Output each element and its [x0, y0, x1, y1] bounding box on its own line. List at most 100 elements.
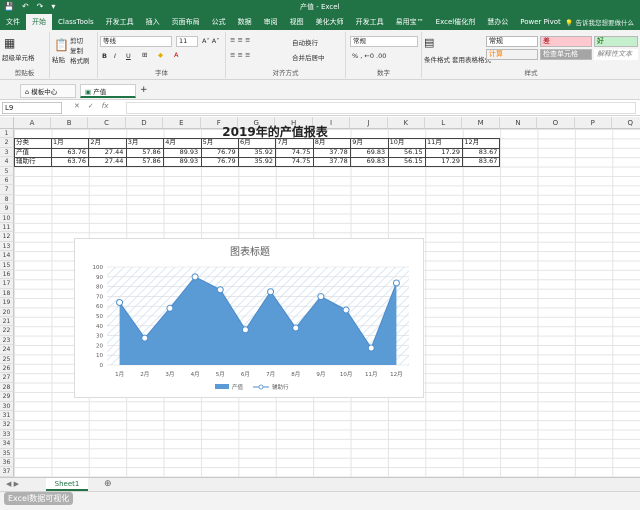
- add-sheet-icon[interactable]: ⊕: [104, 479, 112, 489]
- header-cell-6[interactable]: 6月: [240, 138, 251, 147]
- font-size-select[interactable]: 11: [176, 36, 198, 47]
- number-format-select[interactable]: 常规: [350, 36, 418, 47]
- currency-icon[interactable]: % , ←0 .00: [352, 52, 386, 60]
- ribbon-tab-6[interactable]: 公式: [206, 14, 232, 30]
- value-cell[interactable]: 76.79: [201, 148, 236, 157]
- data-point-marker[interactable]: [191, 273, 199, 281]
- ribbon-tab-0[interactable]: 文件: [0, 14, 26, 30]
- value-cell[interactable]: 56.15: [388, 148, 423, 157]
- row-header-29[interactable]: 29: [0, 392, 14, 402]
- value-cell[interactable]: 89.93: [163, 148, 199, 157]
- row-header-8[interactable]: 8: [0, 194, 14, 205]
- data-point-marker[interactable]: [241, 326, 249, 334]
- ribbon-tab-4[interactable]: 插入: [140, 14, 166, 30]
- row-header-36[interactable]: 36: [0, 458, 14, 468]
- row-header-2[interactable]: 2: [0, 138, 14, 148]
- row-header-23[interactable]: 23: [0, 335, 14, 346]
- ribbon-tab-8[interactable]: 审阅: [258, 14, 284, 30]
- legend-area-swatch[interactable]: [215, 384, 229, 389]
- copy-button[interactable]: 复制: [70, 45, 83, 55]
- ribbon-tab-3[interactable]: 开发工具: [100, 14, 140, 30]
- border-icon[interactable]: ⊞: [142, 51, 147, 59]
- select-all-corner[interactable]: [0, 117, 14, 129]
- conditional-format-icon[interactable]: ▤: [424, 36, 434, 49]
- formula-input[interactable]: [126, 102, 636, 114]
- header-cell-0[interactable]: 分类: [16, 138, 29, 147]
- data-point-marker[interactable]: [367, 344, 375, 352]
- ribbon-tab-14[interactable]: 慧办公: [481, 14, 514, 30]
- value-cell[interactable]: 83.67: [462, 157, 498, 166]
- doc-tab-template[interactable]: ⌂ 模板中心: [20, 84, 76, 98]
- value-cell[interactable]: 74.75: [275, 148, 311, 157]
- doc-tab-file[interactable]: ▣ 产值: [80, 84, 136, 98]
- row-header-18[interactable]: 18: [0, 288, 14, 299]
- paste-button[interactable]: 粘贴: [52, 54, 65, 64]
- ribbon-tab-12[interactable]: 易用宝™: [390, 14, 430, 30]
- header-cell-10[interactable]: 10月: [390, 138, 405, 147]
- align-top-icon[interactable]: ≡ ≡ ≡: [230, 36, 250, 44]
- row-header-17[interactable]: 17: [0, 279, 14, 289]
- format-painter-button[interactable]: 格式刷: [70, 55, 90, 65]
- value-cell[interactable]: 63.76: [51, 157, 86, 166]
- row-header-13[interactable]: 13: [0, 241, 14, 252]
- chart-title[interactable]: 图表标题: [230, 245, 270, 258]
- row-header-3[interactable]: 3: [0, 147, 14, 158]
- cut-button[interactable]: 剪切: [70, 35, 83, 45]
- ribbon-tab-1[interactable]: 开始: [26, 14, 52, 30]
- customize-icon[interactable]: ▾: [51, 2, 55, 11]
- row-header-19[interactable]: 19: [0, 298, 14, 308]
- value-cell[interactable]: 57.86: [126, 157, 161, 166]
- data-point-marker[interactable]: [116, 299, 124, 307]
- row-header-25[interactable]: 25: [0, 354, 14, 364]
- data-point-marker[interactable]: [166, 304, 174, 312]
- enter-icon[interactable]: ✓: [88, 102, 94, 110]
- font-name-select[interactable]: 等线: [100, 36, 172, 47]
- data-point-marker[interactable]: [267, 288, 275, 296]
- conditional-format-button[interactable]: 条件格式: [424, 54, 450, 64]
- row-header-24[interactable]: 24: [0, 345, 14, 355]
- value-cell[interactable]: 35.92: [238, 148, 273, 157]
- value-cell[interactable]: 74.75: [275, 157, 311, 166]
- row-header-12[interactable]: 12: [0, 232, 14, 242]
- value-cell[interactable]: 76.79: [201, 157, 236, 166]
- ribbon-tab-10[interactable]: 美化大师: [310, 14, 350, 30]
- value-cell[interactable]: 69.83: [350, 148, 386, 157]
- redo-icon[interactable]: ↷: [37, 2, 44, 11]
- style-normal[interactable]: 常规: [486, 36, 538, 47]
- value-cell[interactable]: 27.44: [88, 157, 124, 166]
- row-header-5[interactable]: 5: [0, 166, 14, 176]
- fill-color-icon[interactable]: ◆: [158, 51, 163, 59]
- column-header-O[interactable]: O: [537, 117, 575, 129]
- row-header-31[interactable]: 31: [0, 411, 14, 421]
- header-cell-2[interactable]: 2月: [90, 138, 101, 147]
- column-header-A[interactable]: A: [14, 117, 51, 129]
- row-label-1[interactable]: 辅助行: [16, 157, 36, 166]
- data-point-marker[interactable]: [342, 306, 350, 314]
- row-header-30[interactable]: 30: [0, 401, 14, 411]
- header-cell-12[interactable]: 12月: [464, 138, 479, 147]
- row-header-20[interactable]: 20: [0, 307, 14, 317]
- sheet-tab-sheet1[interactable]: Sheet1: [46, 478, 88, 491]
- new-tab-icon[interactable]: +: [140, 85, 148, 95]
- row-header-33[interactable]: 33: [0, 429, 14, 440]
- undo-icon[interactable]: ↶: [22, 2, 29, 11]
- cell-tool-button[interactable]: 超级单元格: [2, 52, 35, 62]
- paste-icon[interactable]: 📋: [54, 38, 69, 52]
- header-cell-4[interactable]: 4月: [165, 138, 176, 147]
- bold-button[interactable]: B: [102, 52, 107, 60]
- data-point-marker[interactable]: [292, 324, 300, 332]
- fx-icon[interactable]: fx: [102, 102, 109, 110]
- align-left-icon[interactable]: ≡ ≡ ≡: [230, 51, 250, 59]
- name-box[interactable]: L9: [2, 102, 62, 114]
- ribbon-tab-5[interactable]: 页面布局: [166, 14, 206, 30]
- data-point-marker[interactable]: [317, 293, 325, 301]
- area-chart[interactable]: 图表标题 0 10 20 30 40 50 60 70 80 90 100 1月 2月 3月 4月 5月 6月 7月…: [74, 238, 424, 398]
- style-bad[interactable]: 差: [540, 36, 592, 47]
- row-header-14[interactable]: 14: [0, 251, 14, 261]
- row-header-34[interactable]: 34: [0, 439, 14, 449]
- italic-button[interactable]: I: [114, 52, 116, 60]
- row-label-0[interactable]: 产值: [16, 148, 29, 157]
- cell-tool-icon[interactable]: ▦: [4, 36, 15, 50]
- header-cell-9[interactable]: 9月: [352, 138, 363, 147]
- tell-me-box[interactable]: 💡 告诉我您想要做什么: [565, 17, 634, 27]
